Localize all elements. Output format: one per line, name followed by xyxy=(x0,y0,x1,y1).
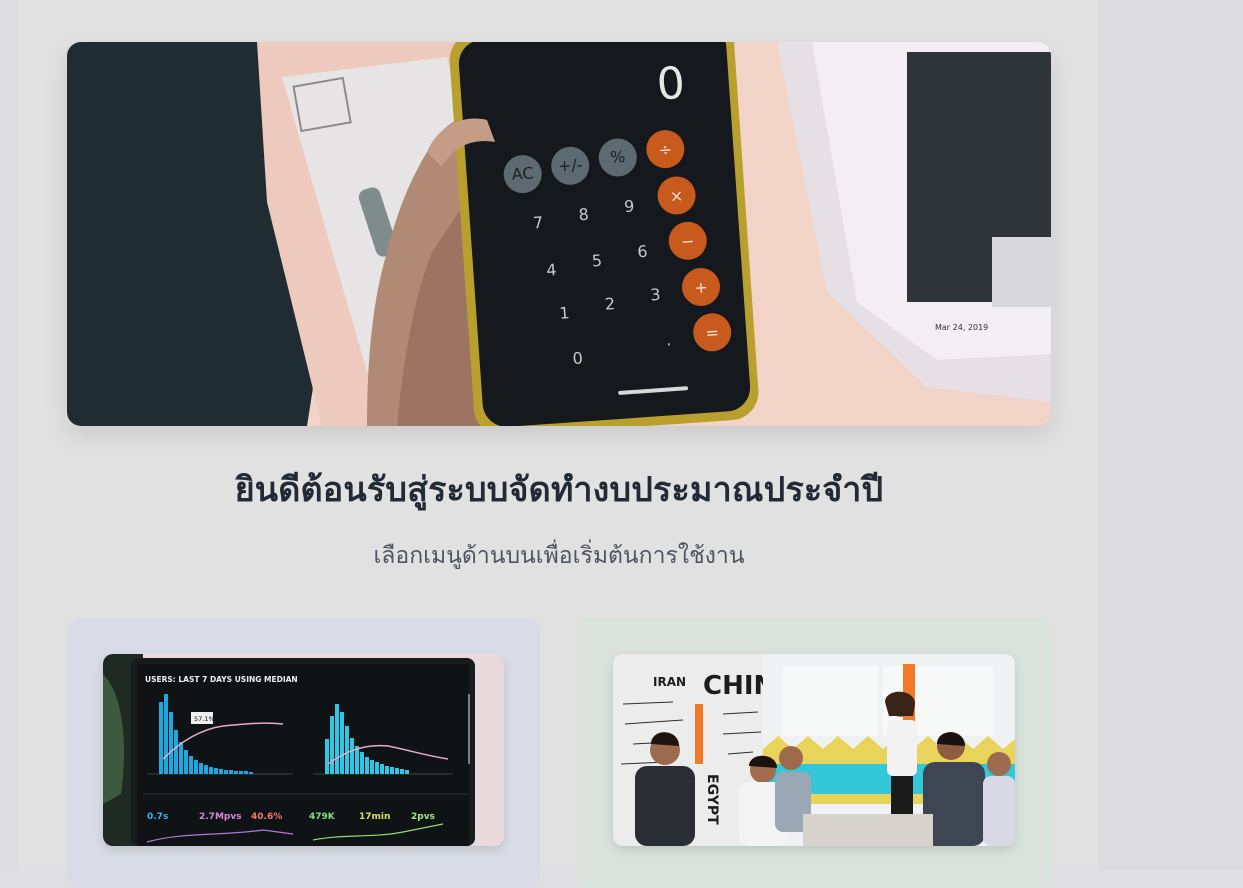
stat-pvs-per-session: 2pvs xyxy=(411,812,435,822)
key-2: 2 xyxy=(604,294,615,314)
menu-card-meeting[interactable]: CHINA IRAN EGYPT xyxy=(577,618,1051,888)
key-minus: − xyxy=(680,231,695,251)
key-ac: AC xyxy=(511,163,534,183)
business-meeting-image: CHINA IRAN EGYPT xyxy=(613,654,1015,846)
analytics-dashboard-photo-icon: USERS: LAST 7 DAYS USING MEDIAN 57.1% 0.… xyxy=(103,654,504,846)
key-6: 6 xyxy=(637,242,648,262)
key-0: 0 xyxy=(572,348,583,368)
calculator-display: 0 xyxy=(655,58,686,111)
page-subtitle: เลือกเมนูด้านบนเพื่อเริ่มต้นการใช้งาน xyxy=(373,543,745,569)
key-divide: ÷ xyxy=(658,140,673,160)
stat-bounce-rate: 40.6% xyxy=(251,812,282,822)
key-percent: % xyxy=(609,147,625,167)
dashboard-header: USERS: LAST 7 DAYS USING MEDIAN xyxy=(145,675,298,684)
stat-load-time: 0.7s xyxy=(147,812,168,822)
key-9: 9 xyxy=(623,196,634,216)
wall-word-iran: IRAN xyxy=(653,675,686,689)
wall-word-egypt: EGYPT xyxy=(704,774,720,825)
key-1: 1 xyxy=(559,303,570,323)
key-3: 3 xyxy=(650,285,661,305)
key-plus: + xyxy=(694,278,709,298)
stat-session-length: 17min xyxy=(359,812,390,822)
paper-date: Mar 24, 2019 xyxy=(935,323,988,332)
calculator-photo-icon: Mar 24, 2019 0 AC +/- % ÷ 7 8 9 × 4 5 6 … xyxy=(67,42,1051,426)
key-7: 7 xyxy=(532,213,543,233)
menu-card-analytics[interactable]: USERS: LAST 7 DAYS USING MEDIAN 57.1% 0.… xyxy=(67,618,540,888)
business-meeting-photo-icon: CHINA IRAN EGYPT xyxy=(613,654,1015,846)
key-multiply: × xyxy=(669,186,684,206)
analytics-dashboard-image: USERS: LAST 7 DAYS USING MEDIAN 57.1% 0.… xyxy=(103,654,504,846)
page-title: ยินดีต้อนรับสู่ระบบจัดทำงบประมาณประจำปี xyxy=(234,470,884,510)
key-5: 5 xyxy=(591,251,602,271)
key-8: 8 xyxy=(578,205,589,225)
right-gutter xyxy=(1098,0,1243,870)
key-equals: = xyxy=(705,323,720,343)
key-plusminus: +/- xyxy=(557,155,583,176)
stat-sessions: 479K xyxy=(309,812,336,822)
hero-calculator-image: Mar 24, 2019 0 AC +/- % ÷ 7 8 9 × 4 5 6 … xyxy=(67,42,1051,426)
key-4: 4 xyxy=(546,260,557,280)
stat-page-views: 2.7Mpvs xyxy=(199,812,242,822)
dashboard-tooltip: 57.1% xyxy=(194,715,215,723)
